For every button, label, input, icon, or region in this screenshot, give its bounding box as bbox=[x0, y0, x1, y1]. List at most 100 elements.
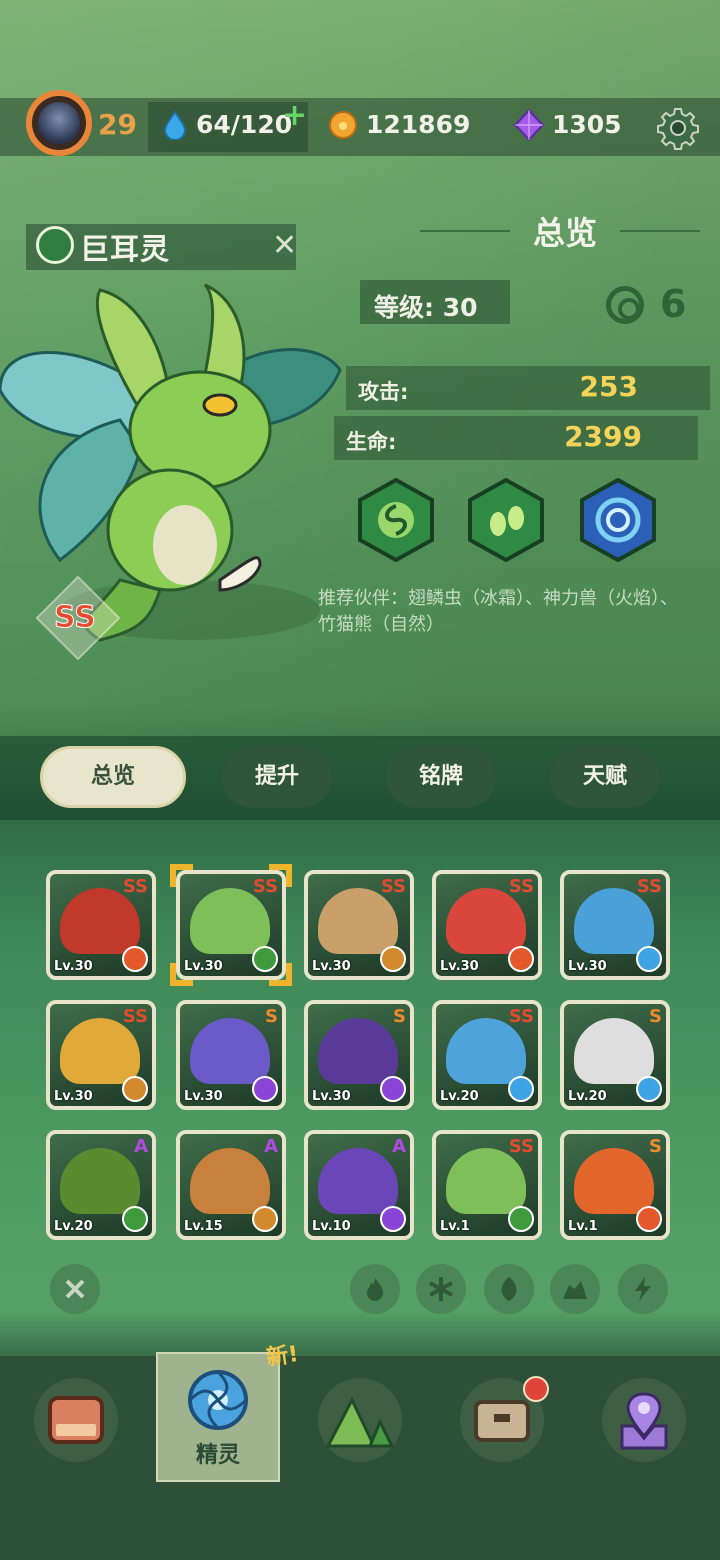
notification-dot bbox=[523, 1376, 549, 1402]
monster-card[interactable]: Lv.15 A bbox=[176, 1130, 286, 1240]
attack-value: 253 bbox=[579, 370, 638, 403]
card-level: Lv.1 bbox=[440, 1219, 470, 1234]
monster-card-art bbox=[446, 888, 526, 954]
earth-element-icon bbox=[380, 946, 406, 972]
monster-card[interactable]: Lv.30 SS bbox=[560, 870, 670, 980]
filter-ice-button[interactable] bbox=[416, 1264, 466, 1314]
selection-frame bbox=[170, 864, 292, 986]
monster-level: 等级: 30 bbox=[374, 293, 478, 322]
monster-portrait bbox=[0, 283, 342, 642]
nav-spirit-label: 精灵 bbox=[195, 1443, 240, 1468]
filter-nature-button[interactable] bbox=[484, 1264, 534, 1314]
monster-card[interactable]: Lv.30 SS bbox=[432, 870, 542, 980]
mountain-icon bbox=[325, 1396, 395, 1448]
card-level: Lv.30 bbox=[440, 959, 479, 974]
chest-icon bbox=[474, 1400, 530, 1442]
game-screen: { "player": {"level": "29"}, "resources"… bbox=[0, 0, 720, 1560]
thunder-element-icon bbox=[252, 1076, 278, 1102]
fire-icon bbox=[367, 1278, 383, 1301]
card-grade: S bbox=[649, 1006, 662, 1027]
monster-card-art bbox=[190, 1018, 270, 1084]
coin-icon bbox=[329, 111, 357, 139]
card-level: Lv.30 bbox=[568, 959, 607, 974]
leaf-icon bbox=[501, 1277, 517, 1301]
ice-element-icon bbox=[508, 1076, 534, 1102]
monster-card-art bbox=[318, 1148, 398, 1214]
settings-gear-icon[interactable] bbox=[656, 106, 700, 150]
target-ring-icon[interactable] bbox=[606, 286, 644, 324]
monster-card-art bbox=[446, 1018, 526, 1084]
monster-card-art bbox=[318, 888, 398, 954]
monster-card[interactable]: Lv.20 SS bbox=[432, 1000, 542, 1110]
card-level: Lv.10 bbox=[312, 1219, 351, 1234]
spirit-orb-icon bbox=[188, 1370, 248, 1430]
monster-card[interactable]: Lv.1 SS bbox=[432, 1130, 542, 1240]
fire-element-icon bbox=[508, 946, 534, 972]
filter-thunder-button[interactable] bbox=[618, 1264, 668, 1314]
monster-card[interactable]: Lv.1 S bbox=[560, 1130, 670, 1240]
monster-card[interactable]: Lv.20 A bbox=[46, 1130, 156, 1240]
skill-whirl-icon[interactable] bbox=[354, 478, 438, 562]
nav-shop-button[interactable] bbox=[34, 1378, 118, 1462]
close-icon[interactable]: ✕ bbox=[272, 228, 297, 263]
filter-earth-button[interactable] bbox=[550, 1264, 600, 1314]
ice-element-icon bbox=[636, 1076, 662, 1102]
tab-talent[interactable]: 天赋 bbox=[550, 746, 660, 808]
card-level: Lv.1 bbox=[568, 1219, 598, 1234]
skill-seed-icon[interactable] bbox=[464, 478, 548, 562]
card-level: Lv.20 bbox=[440, 1089, 479, 1104]
nav-adventure-button[interactable] bbox=[318, 1378, 402, 1462]
earth-element-icon bbox=[252, 1206, 278, 1232]
shop-icon bbox=[48, 1396, 104, 1444]
earth-element-icon bbox=[122, 1076, 148, 1102]
nature-element-icon bbox=[508, 1206, 534, 1232]
nav-map-button[interactable] bbox=[602, 1378, 686, 1462]
card-level: Lv.30 bbox=[54, 959, 93, 974]
skill-vortex-icon[interactable] bbox=[576, 478, 660, 562]
monster-card-art bbox=[60, 888, 140, 954]
player-avatar[interactable] bbox=[26, 90, 92, 156]
monster-card[interactable]: Lv.30 SS bbox=[46, 870, 156, 980]
water-drop-icon bbox=[163, 110, 187, 140]
card-level: Lv.15 bbox=[184, 1219, 223, 1234]
attack-label: 攻击: bbox=[358, 380, 409, 404]
filter-fire-button[interactable] bbox=[350, 1264, 400, 1314]
map-pin-icon bbox=[620, 1392, 668, 1450]
coins-value: 121869 bbox=[366, 110, 471, 139]
monster-grade: SS bbox=[54, 600, 97, 636]
card-grade: A bbox=[264, 1136, 278, 1157]
monster-card[interactable]: Lv.30 S bbox=[176, 1000, 286, 1110]
card-grade: A bbox=[134, 1136, 148, 1157]
card-grade: SS bbox=[636, 876, 662, 897]
overview-title: 总览 bbox=[532, 214, 597, 252]
card-grade: SS bbox=[122, 876, 148, 897]
divider-ornament bbox=[420, 230, 510, 232]
fire-element-icon bbox=[122, 946, 148, 972]
player-level: 29 bbox=[98, 108, 137, 141]
monster-card[interactable]: Lv.10 A bbox=[304, 1130, 414, 1240]
card-grade: A bbox=[392, 1136, 406, 1157]
monster-card[interactable]: Lv.20 S bbox=[560, 1000, 670, 1110]
gems-value: 1305 bbox=[552, 110, 622, 139]
tab-overview[interactable]: 总览 bbox=[40, 746, 186, 808]
hp-value: 2399 bbox=[564, 420, 642, 453]
add-stamina-button[interactable]: + bbox=[282, 98, 307, 133]
monster-card-art bbox=[190, 1148, 270, 1214]
recommended-partners: 推荐伙伴：翅鳞虫（冰霜）、神力兽（火焰）、竹猫熊（自然） bbox=[318, 588, 678, 635]
stamina-value: 64/120 bbox=[196, 110, 293, 139]
monster-card[interactable]: Lv.30 SS bbox=[304, 870, 414, 980]
rank-six-icon[interactable]: 6 bbox=[660, 282, 686, 326]
thunder-element-icon bbox=[380, 1206, 406, 1232]
tab-upgrade[interactable]: 提升 bbox=[222, 746, 332, 808]
clear-filter-button[interactable] bbox=[50, 1264, 100, 1314]
mountain-icon bbox=[563, 1281, 587, 1299]
tab-badge[interactable]: 铭牌 bbox=[386, 746, 496, 808]
close-icon bbox=[65, 1279, 85, 1299]
card-grade: S bbox=[265, 1006, 278, 1027]
fire-element-icon bbox=[636, 1206, 662, 1232]
divider-ornament bbox=[620, 230, 700, 232]
nature-element-icon bbox=[122, 1206, 148, 1232]
monster-card[interactable]: Lv.30 SS bbox=[46, 1000, 156, 1110]
monster-card[interactable]: Lv.30 S bbox=[304, 1000, 414, 1110]
lightning-icon bbox=[635, 1277, 651, 1301]
